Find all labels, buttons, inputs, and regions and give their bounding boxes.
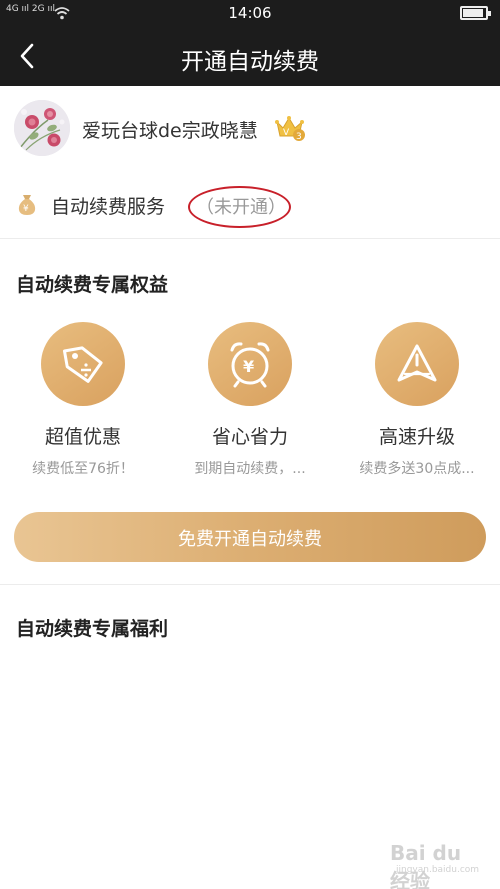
benefit-item-upgrade[interactable]: 高速升级 续费多送30点成... [334,322,500,482]
benefits-section-title: 自动续费专属权益 [16,274,169,296]
status-time: 14:06 [228,4,272,22]
enable-auto-renew-label: 免费开通自动续费 [178,529,322,550]
divider [0,584,500,585]
benefit-item-discount[interactable]: 超值优惠 续费低至76折！ [0,322,166,482]
upgrade-arrow-icon [375,322,459,406]
alarm-clock-yen-icon: ¥ [208,322,292,406]
nav-bar: 开通自动续费 [0,26,500,86]
welfare-section-title: 自动续费专属福利 [16,618,169,640]
vip-level: 3 [296,132,302,142]
vip-letter: V [283,128,290,138]
benefit-item-autorenew[interactable]: ¥ 省心省力 到期自动续费，... [167,322,333,482]
benefit-desc: 到期自动续费，... [194,461,306,477]
user-profile: 爱玩台球de宗政晓慧 V 3 [0,86,500,170]
battery-icon [460,6,491,20]
benefit-desc: 续费低至76折！ [32,461,134,477]
service-label: 自动续费服务 [51,196,166,218]
watermark-url: jingyan.baidu.com [396,865,480,875]
status-bar: 4G ııl 2G ııl 14:06 [0,0,500,26]
auto-renew-service-row[interactable]: ¥ 自动续费服务 （未开通） [0,170,500,239]
avatar-flower-image [14,100,70,156]
benefit-name: 超值优惠 [44,426,121,448]
annotation-circle [188,186,291,228]
page-title: 开通自动续费 [181,49,319,75]
benefit-name: 省心省力 [211,426,288,448]
battery-level [463,9,484,17]
money-bag-icon: ¥ [18,195,36,215]
discount-tag-icon [41,322,125,406]
vip-crown-icon: V 3 [275,114,307,142]
benefit-desc: 续费多送30点成... [359,461,475,477]
svg-text:¥: ¥ [243,357,254,376]
svg-text:¥: ¥ [23,204,29,214]
username: 爱玩台球de宗政晓慧 [82,120,258,142]
benefit-name: 高速升级 [378,426,455,448]
avatar[interactable] [14,100,70,156]
watermark-logo: Bai du 经验 jingyan.baidu.com [390,841,486,889]
enable-auto-renew-button[interactable]: 免费开通自动续费 [14,512,486,562]
